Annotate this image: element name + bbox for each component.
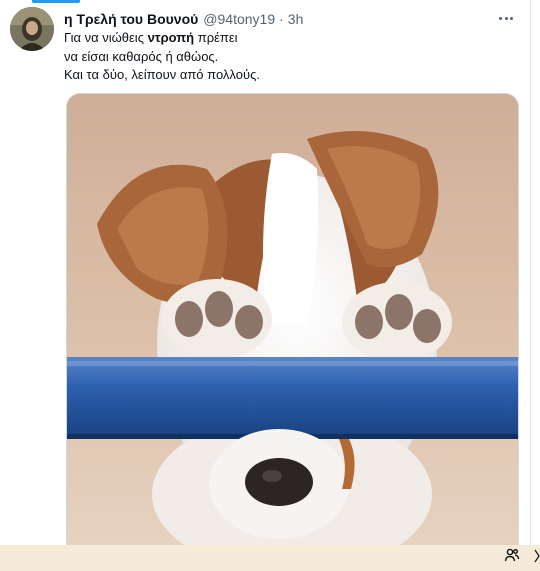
- more-options-button[interactable]: [494, 8, 518, 28]
- avatar[interactable]: [10, 7, 54, 51]
- tweet-text-line-2: να είσαι καθαρός ή αθώος.: [64, 48, 219, 64]
- tweet-media-image[interactable]: [66, 93, 519, 545]
- people-icon[interactable]: [504, 547, 520, 563]
- more-dot: [509, 16, 513, 20]
- tweet-text-plain: Για να νιώθεις: [64, 30, 148, 45]
- bottom-bar: [0, 545, 540, 571]
- tweet-text: Για να νιώθεις ντροπή πρέπει να είσαι κα…: [64, 29, 504, 85]
- tweet-text-plain: πρέπει: [194, 30, 238, 45]
- more-dot: [504, 16, 508, 20]
- more-horizontal-icon: [499, 16, 503, 20]
- separator-dot: ·: [279, 11, 284, 27]
- user-handle[interactable]: @94tony19: [203, 11, 275, 27]
- tweet-text-bold: ντροπή: [147, 30, 195, 45]
- tweet-text-line-1: Για να νιώθεις ντροπή πρέπει: [64, 29, 504, 48]
- edge-scroll-mark: [534, 548, 540, 564]
- dog-photo: [67, 94, 518, 545]
- tweet-text-line-3: Και τα δύο, λείπουν από πολλούς.: [64, 67, 260, 82]
- display-name[interactable]: η Τρελή του Βουνού: [64, 11, 198, 27]
- tweet[interactable]: η Τρελή του Βουνού @94tony19 · 3h Για να…: [0, 0, 530, 545]
- column-divider: [530, 0, 531, 545]
- timestamp[interactable]: 3h: [288, 11, 304, 27]
- tweet-header: η Τρελή του Βουνού @94tony19 · 3h: [64, 9, 516, 29]
